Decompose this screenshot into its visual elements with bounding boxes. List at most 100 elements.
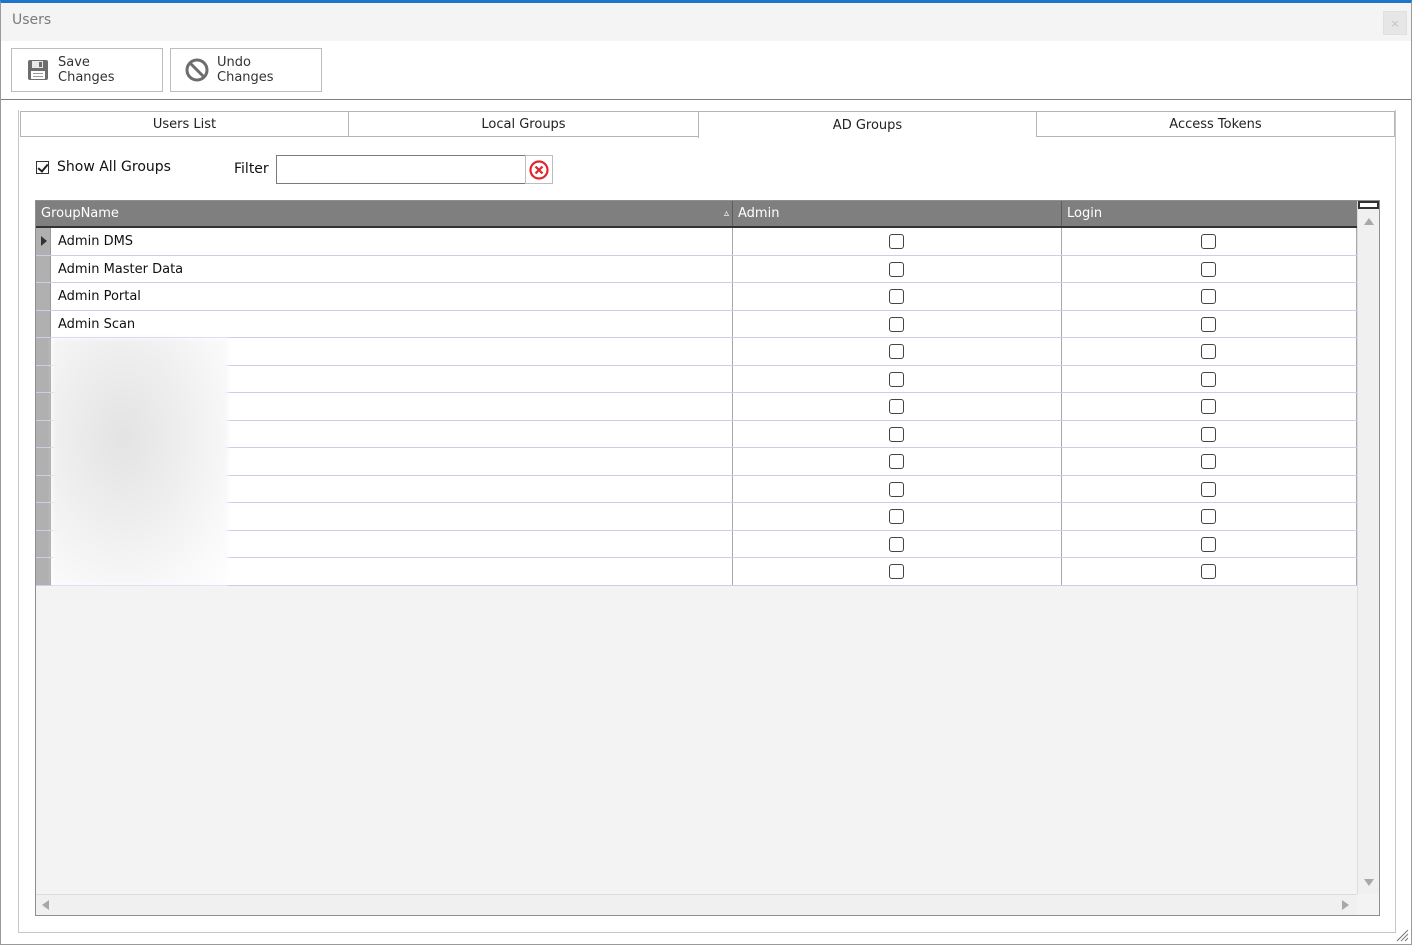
save-changes-button[interactable]: Save Changes xyxy=(11,48,163,92)
admin-checkbox[interactable] xyxy=(889,536,904,552)
cell-admin xyxy=(733,393,1062,420)
column-header-admin[interactable]: Admin xyxy=(733,201,1062,226)
tab-access-tokens[interactable]: Access Tokens xyxy=(1036,111,1395,137)
row-selector[interactable] xyxy=(36,503,51,530)
admin-checkbox[interactable] xyxy=(889,481,904,497)
admin-checkbox[interactable] xyxy=(889,564,904,579)
tab-ad-groups[interactable]: AD Groups xyxy=(698,111,1036,138)
login-checkbox[interactable] xyxy=(1201,454,1216,469)
admin-checkbox[interactable] xyxy=(889,234,904,249)
clear-circle-x-icon xyxy=(529,159,549,180)
login-checkbox[interactable] xyxy=(1201,426,1216,442)
cell-groupname[interactable]: Admin Master Data xyxy=(51,255,733,282)
admin-checkbox[interactable] xyxy=(889,316,904,332)
login-checkbox[interactable] xyxy=(1201,344,1216,359)
login-checkbox[interactable] xyxy=(1201,481,1216,497)
table-row[interactable] xyxy=(36,365,1357,393)
checkbox-checked-icon[interactable] xyxy=(36,160,49,174)
login-checkbox[interactable] xyxy=(1201,536,1216,552)
cell-admin xyxy=(733,338,1062,365)
cell-admin xyxy=(733,475,1062,502)
grid-header: GroupName ▵ Admin Login xyxy=(36,201,1357,228)
admin-checkbox[interactable] xyxy=(889,399,904,414)
admin-checkbox[interactable] xyxy=(889,509,904,524)
login-checkbox[interactable] xyxy=(1201,316,1216,332)
filter-input[interactable] xyxy=(276,155,526,184)
cell-login xyxy=(1062,310,1357,337)
scrollbar-thumb[interactable] xyxy=(1358,201,1379,209)
table-row[interactable] xyxy=(36,530,1357,558)
table-row[interactable] xyxy=(36,448,1357,476)
row-selector[interactable] xyxy=(36,420,51,447)
admin-checkbox[interactable] xyxy=(889,454,904,469)
login-checkbox[interactable] xyxy=(1201,371,1216,387)
cell-groupname[interactable]: Admin DMS xyxy=(51,228,733,255)
table-row[interactable]: Admin DMS xyxy=(36,228,1357,256)
tab-users-list[interactable]: Users List xyxy=(20,111,348,137)
resize-grip-icon[interactable] xyxy=(1395,928,1409,942)
row-selector[interactable] xyxy=(36,283,51,310)
cell-groupname[interactable]: Admin Scan xyxy=(51,310,733,337)
admin-checkbox[interactable] xyxy=(889,426,904,442)
row-selector[interactable] xyxy=(36,475,51,502)
row-selector[interactable] xyxy=(36,530,51,557)
admin-checkbox[interactable] xyxy=(889,289,904,304)
filter-clear-button[interactable] xyxy=(525,155,553,184)
scroll-up-arrow-icon[interactable] xyxy=(1364,218,1374,225)
scroll-left-arrow-icon[interactable] xyxy=(42,900,49,910)
column-header-groupname[interactable]: GroupName ▵ xyxy=(36,201,733,226)
sort-ascending-icon: ▵ xyxy=(723,208,729,219)
row-selector[interactable] xyxy=(36,338,51,365)
login-checkbox[interactable] xyxy=(1201,234,1216,249)
login-checkbox[interactable] xyxy=(1201,509,1216,524)
row-selector[interactable] xyxy=(36,310,51,337)
tab-local-groups[interactable]: Local Groups xyxy=(348,111,698,137)
close-button[interactable]: × xyxy=(1383,11,1407,35)
admin-checkbox[interactable] xyxy=(889,344,904,359)
cell-login xyxy=(1062,558,1357,585)
cell-login xyxy=(1062,475,1357,502)
login-checkbox[interactable] xyxy=(1201,399,1216,414)
show-all-groups-checkbox[interactable]: Show All Groups xyxy=(36,159,171,175)
admin-checkbox[interactable] xyxy=(889,371,904,387)
row-selector[interactable] xyxy=(36,365,51,392)
table-row[interactable] xyxy=(36,475,1357,503)
row-selector[interactable] xyxy=(36,228,51,255)
cell-login xyxy=(1062,420,1357,447)
row-selector[interactable] xyxy=(36,255,51,282)
scroll-down-arrow-icon[interactable] xyxy=(1364,879,1374,886)
horizontal-scrollbar[interactable] xyxy=(36,894,1357,915)
toolbar: Save Changes Undo Changes xyxy=(1,41,1411,100)
save-changes-label: Save Changes xyxy=(58,55,115,85)
table-row[interactable]: Admin Master Data xyxy=(36,255,1357,283)
table-row[interactable]: Admin Portal xyxy=(36,283,1357,311)
cell-login xyxy=(1062,393,1357,420)
prohibited-circle-icon xyxy=(185,58,209,82)
scroll-right-arrow-icon[interactable] xyxy=(1342,900,1349,910)
row-selector[interactable] xyxy=(36,558,51,585)
table-row[interactable] xyxy=(36,420,1357,448)
table-row[interactable] xyxy=(36,338,1357,366)
cell-groupname[interactable]: Admin Portal xyxy=(51,283,733,310)
cell-login xyxy=(1062,530,1357,557)
row-selector[interactable] xyxy=(36,393,51,420)
filter-label: Filter xyxy=(234,161,269,177)
undo-changes-button[interactable]: Undo Changes xyxy=(170,48,322,92)
cell-login xyxy=(1062,503,1357,530)
table-row[interactable] xyxy=(36,393,1357,421)
cell-login xyxy=(1062,448,1357,475)
admin-checkbox[interactable] xyxy=(889,261,904,277)
login-checkbox[interactable] xyxy=(1201,261,1216,277)
table-row[interactable] xyxy=(36,558,1357,586)
table-row[interactable] xyxy=(36,503,1357,531)
column-header-login[interactable]: Login xyxy=(1062,201,1357,226)
cell-admin xyxy=(733,283,1062,310)
cell-admin xyxy=(733,365,1062,392)
cell-login xyxy=(1062,228,1357,255)
login-checkbox[interactable] xyxy=(1201,289,1216,304)
undo-changes-label: Undo Changes xyxy=(217,55,274,85)
login-checkbox[interactable] xyxy=(1201,564,1216,579)
table-row[interactable]: Admin Scan xyxy=(36,310,1357,338)
vertical-scrollbar[interactable] xyxy=(1357,201,1379,894)
row-selector[interactable] xyxy=(36,448,51,475)
